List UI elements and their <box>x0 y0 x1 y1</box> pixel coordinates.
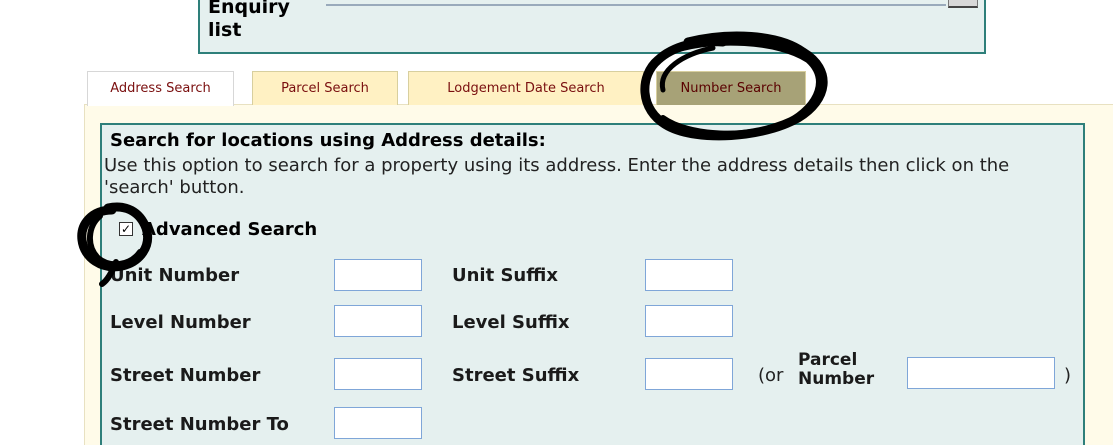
search-heading: Search for locations using Address detai… <box>110 130 546 151</box>
address-search-section: Search for locations using Address detai… <box>100 123 1085 445</box>
enquiry-list-scroll-button[interactable] <box>948 0 978 8</box>
level-suffix-label: Level Suffix <box>452 312 570 333</box>
or-open-paren: (or <box>758 365 784 386</box>
street-number-to-label: Street Number To <box>110 414 289 435</box>
tab-parcel-search[interactable]: Parcel Search <box>252 71 398 105</box>
unit-suffix-label: Unit Suffix <box>452 265 558 286</box>
level-number-label: Level Number <box>110 312 251 333</box>
close-paren: ) <box>1064 365 1072 386</box>
unit-number-input[interactable] <box>334 259 422 291</box>
unit-suffix-input[interactable] <box>645 259 733 291</box>
enquiry-list-label: Enquiry list <box>208 0 290 41</box>
street-number-to-input[interactable] <box>334 407 422 439</box>
advanced-search-checkbox[interactable]: ✓ <box>119 222 133 236</box>
street-number-input[interactable] <box>334 358 422 390</box>
street-number-label: Street Number <box>110 365 261 386</box>
search-description: Use this option to search for a property… <box>104 155 1010 198</box>
enquiry-list-field[interactable] <box>326 4 946 6</box>
street-suffix-label: Street Suffix <box>452 365 580 386</box>
enquiry-list-panel: Enquiry list <box>198 0 986 54</box>
street-suffix-input[interactable] <box>645 358 733 390</box>
advanced-search-label: Advanced Search <box>142 219 318 240</box>
unit-number-label: Unit Number <box>110 265 240 286</box>
parcel-number-label: Parcel Number <box>798 350 875 389</box>
level-suffix-input[interactable] <box>645 305 733 337</box>
page: Enquiry list Address Search Parcel Searc… <box>0 0 1113 445</box>
parcel-number-input[interactable] <box>907 357 1055 389</box>
level-number-input[interactable] <box>334 305 422 337</box>
tab-lodgement-date-search[interactable]: Lodgement Date Search <box>408 71 644 105</box>
tab-address-search[interactable]: Address Search <box>87 71 234 106</box>
tab-number-search[interactable]: Number Search <box>656 71 806 105</box>
